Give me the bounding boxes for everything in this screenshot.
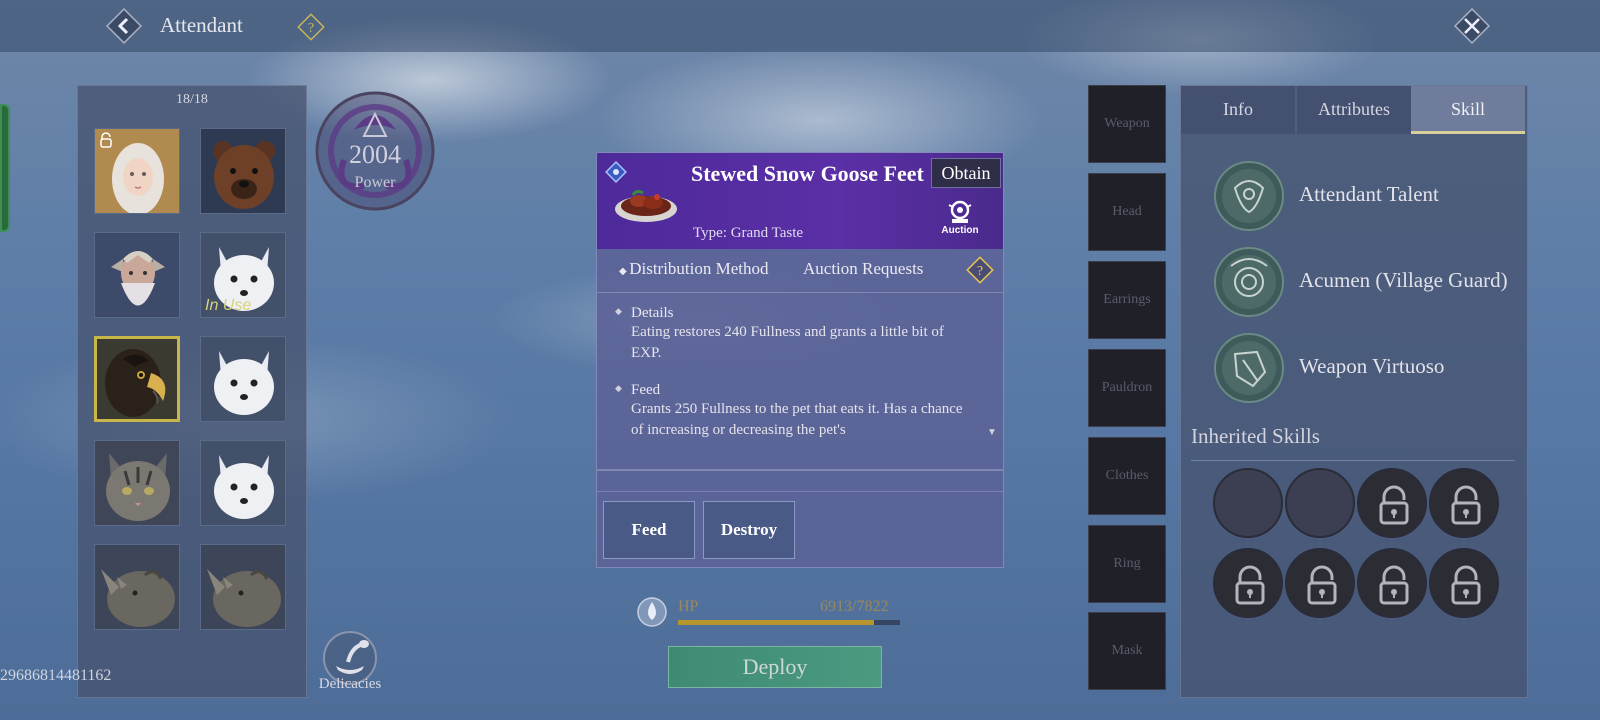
attendant-slot-eagle[interactable]	[94, 336, 180, 422]
item-popup: Stewed Snow Goose Feet Obtain Type: Gran…	[596, 152, 1004, 568]
destroy-button[interactable]: Destroy	[703, 501, 795, 559]
weapon-virtuoso-icon[interactable]	[1213, 332, 1285, 404]
auction-requests-tab[interactable]: Auction Requests	[803, 259, 923, 279]
stewed-goose-feet-icon	[613, 179, 679, 230]
equip-slot-weapon[interactable]: Weapon	[1088, 85, 1166, 163]
auction-label: Auction	[941, 225, 979, 236]
equip-slot-pauldron[interactable]: Pauldron	[1088, 349, 1166, 427]
skill-name: Acumen (Village Guard)	[1299, 268, 1508, 292]
attendant-slot-bear[interactable]	[200, 128, 286, 214]
attendant-slot-rhino[interactable]	[200, 544, 286, 630]
item-description: Details Eating restores 240 Fullness and…	[615, 305, 965, 437]
acumen-icon[interactable]	[1213, 246, 1285, 318]
hp-value: 6913/7822	[820, 598, 889, 615]
attendant-detail-panel: Info Attributes Skill Attendant Talent A…	[1180, 85, 1528, 698]
attendant-slot-white-haired-woman[interactable]	[94, 128, 180, 214]
tab-info[interactable]: Info	[1181, 86, 1295, 134]
power-value: 2004	[349, 140, 401, 169]
attendant-slot-white-fox[interactable]	[200, 336, 286, 422]
attendant-talent-icon[interactable]	[1213, 160, 1285, 232]
tab-attributes[interactable]: Attributes	[1297, 86, 1411, 134]
item-name: Stewed Snow Goose Feet	[691, 161, 924, 186]
help-icon[interactable]: ?	[965, 255, 995, 285]
hp-drop-icon	[636, 596, 668, 628]
hp-bar	[678, 620, 900, 625]
obtain-button[interactable]: Obtain	[931, 158, 1001, 188]
locked-skill-slot[interactable]	[1285, 548, 1355, 618]
locked-skill-slot[interactable]	[1429, 548, 1499, 618]
equip-slot-head[interactable]: Head	[1088, 173, 1166, 251]
feed-text: Grants 250 Fullness to the pet that eats…	[631, 401, 963, 437]
side-tab[interactable]	[0, 104, 10, 232]
details-title: Details	[615, 305, 965, 322]
equip-slot-earrings[interactable]: Earrings	[1088, 261, 1166, 339]
hp-bar-fill	[678, 620, 875, 625]
attendant-slot-elf-elder[interactable]	[94, 232, 180, 318]
roster-count: 18/18	[176, 92, 208, 107]
delicacies-label: Delicacies	[318, 676, 382, 692]
equip-slot-ring[interactable]: Ring	[1088, 525, 1166, 603]
divider	[597, 491, 1003, 492]
skill-name: Weapon Virtuoso	[1299, 354, 1445, 378]
empty-skill-slot[interactable]	[1213, 468, 1283, 538]
back-arrow-icon[interactable]	[104, 6, 144, 46]
auction-icon[interactable]	[943, 199, 977, 225]
lock-icon	[1431, 485, 1501, 544]
close-icon[interactable]	[1452, 6, 1492, 46]
hp-label: HP	[678, 598, 699, 615]
details-text: Eating restores 240 Fullness and grants …	[631, 324, 944, 361]
lock-icon	[99, 132, 113, 153]
locked-skill-slot[interactable]	[1429, 468, 1499, 538]
skill-name: Attendant Talent	[1299, 182, 1439, 206]
equip-slot-clothes[interactable]: Clothes	[1088, 437, 1166, 515]
locked-skill-slot[interactable]	[1357, 468, 1427, 538]
item-tabs: ◆ Distribution Method Auction Requests ?	[597, 249, 1003, 293]
attendant-slot-wildcat[interactable]	[94, 440, 180, 526]
distribution-method-tab[interactable]: ◆ Distribution Method	[619, 259, 769, 279]
deploy-button[interactable]: Deploy	[668, 646, 882, 688]
in-use-badge: In Use	[205, 297, 252, 314]
divider	[597, 469, 1003, 471]
lock-icon	[1359, 565, 1429, 624]
help-icon[interactable]: ?	[296, 12, 326, 42]
feed-button[interactable]: Feed	[603, 501, 695, 559]
svg-text:?: ?	[308, 21, 314, 36]
lock-icon	[1359, 485, 1429, 544]
equip-slot-mask[interactable]: Mask	[1088, 612, 1166, 690]
feed-title: Feed	[615, 382, 965, 399]
svg-text:?: ?	[977, 264, 983, 279]
player-id: 29686814481162	[0, 667, 112, 684]
locked-skill-slot[interactable]	[1213, 548, 1283, 618]
item-type: Type: Grand Taste	[693, 225, 804, 241]
attendant-slot-white-fox-in-use[interactable]: In Use	[200, 232, 286, 318]
empty-skill-slot[interactable]	[1285, 468, 1355, 538]
distribution-method-label: Distribution Method	[629, 259, 769, 278]
scroll-down-icon[interactable]: ▼	[987, 427, 997, 438]
locked-skill-slot[interactable]	[1357, 548, 1427, 618]
attendant-roster: 18/18 In Use	[77, 85, 307, 698]
lock-icon	[1431, 565, 1501, 624]
item-header: Stewed Snow Goose Feet Obtain Type: Gran…	[597, 153, 1003, 249]
power-label: Power	[354, 174, 396, 191]
lock-icon	[1215, 565, 1285, 624]
lock-icon	[1287, 565, 1357, 624]
page-title: Attendant	[160, 13, 243, 37]
attendant-slot-rhino[interactable]	[94, 544, 180, 630]
attendant-slot-white-fox[interactable]	[200, 440, 286, 526]
inherited-skills-title: Inherited Skills	[1191, 424, 1320, 448]
divider	[1191, 460, 1515, 461]
tab-skill[interactable]: Skill	[1411, 86, 1525, 134]
